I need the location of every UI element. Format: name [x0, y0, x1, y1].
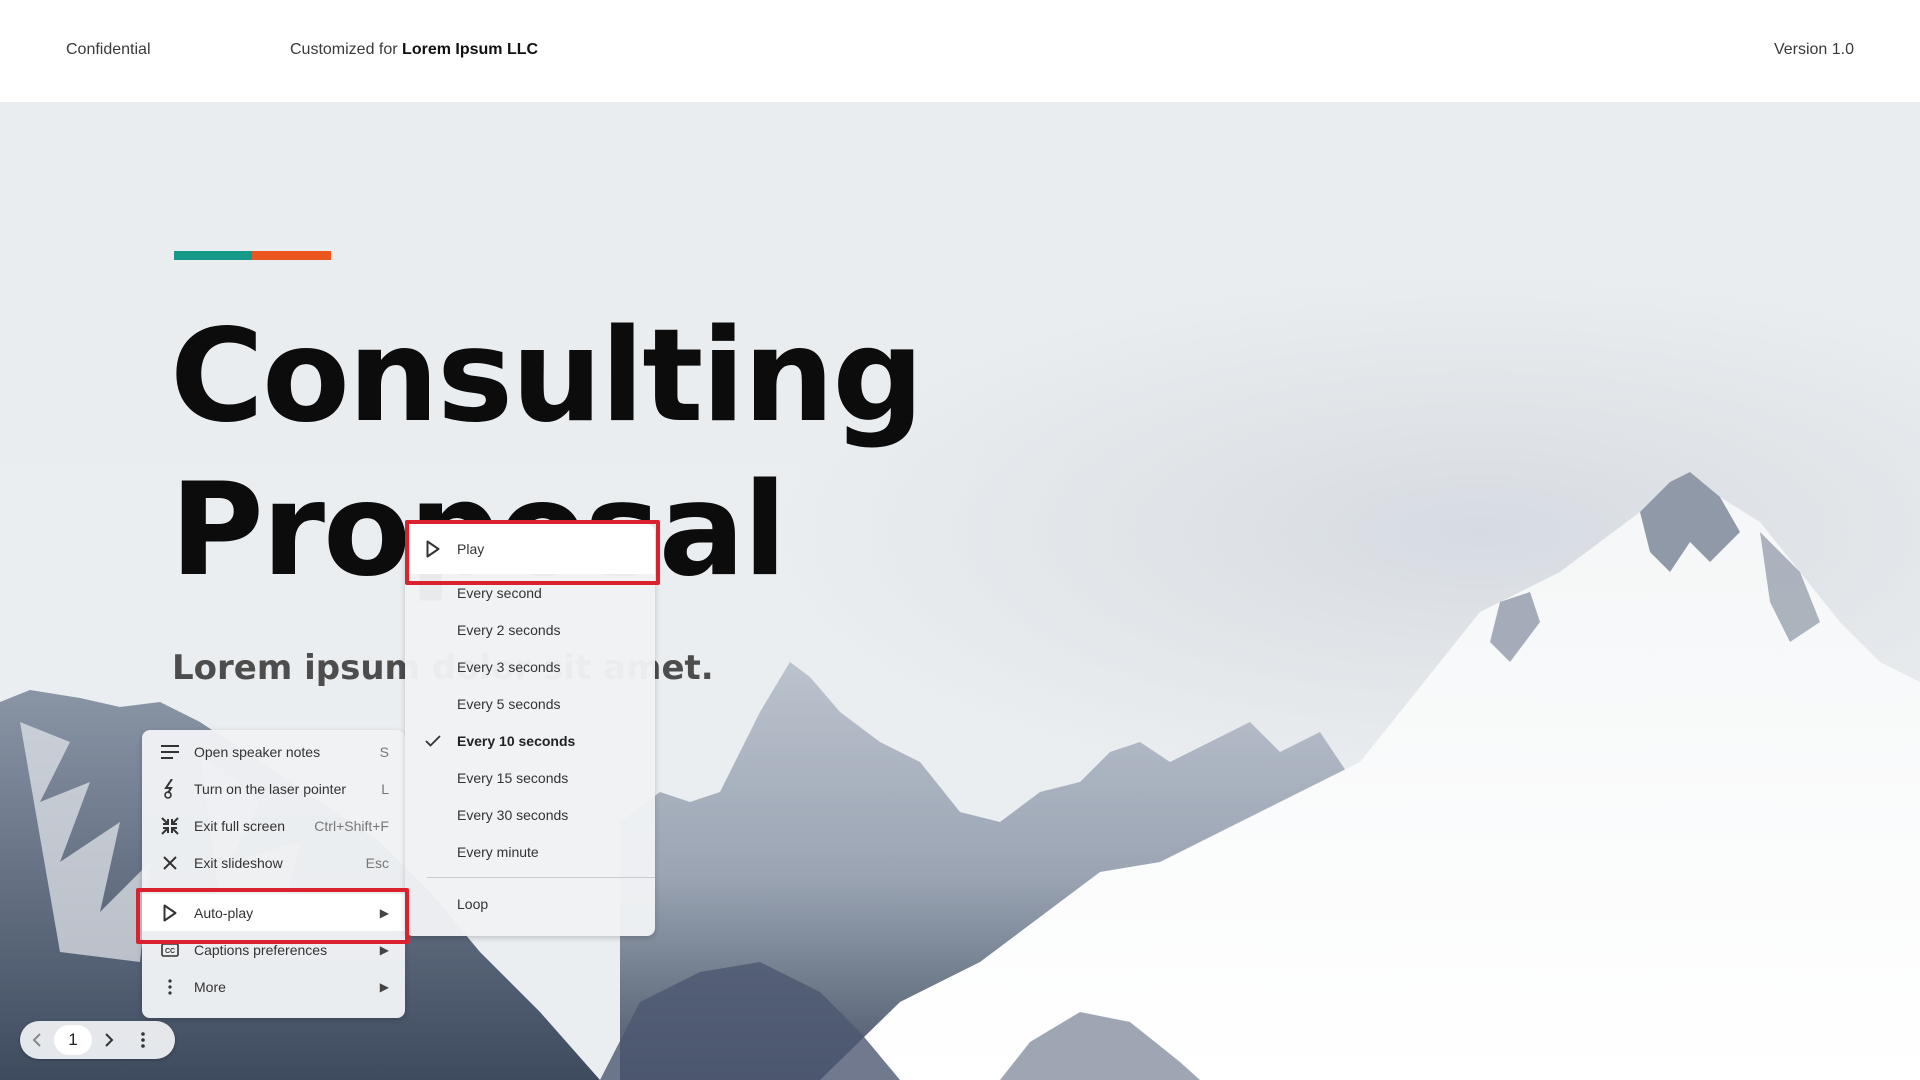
interval-label: Every 2 seconds [457, 621, 561, 638]
slideshow-toolbar: 1 [20, 1021, 175, 1059]
checkmark-icon [423, 731, 443, 751]
menu-item-label: Exit slideshow [194, 854, 283, 871]
menu-item-exit-slideshow[interactable]: Exit slideshow Esc [142, 844, 405, 881]
exit-fullscreen-icon [160, 816, 180, 836]
chevron-left-icon [32, 1033, 41, 1047]
interval-label: Every second [457, 584, 542, 601]
more-vert-icon [160, 977, 180, 997]
interval-option[interactable]: Every 15 seconds [405, 759, 655, 796]
slide-title-line-1: Consulting [170, 302, 924, 451]
close-icon [160, 853, 180, 873]
loop-option[interactable]: Loop [405, 885, 655, 922]
menu-item-label: Open speaker notes [194, 743, 321, 760]
accent-bar-orange [252, 251, 331, 260]
menu-item-shortcut: S [379, 743, 389, 760]
customized-for-label: Customized for Lorem Ipsum LLC [290, 41, 538, 59]
loop-label: Loop [457, 895, 489, 912]
page-number[interactable]: 1 [54, 1025, 92, 1055]
menu-item-label: Turn on the laser pointer [194, 780, 347, 797]
highlight-box-play [405, 520, 660, 585]
interval-label: Every minute [457, 843, 539, 860]
interval-label: Every 30 seconds [457, 806, 569, 823]
menu-item-more[interactable]: More ▶ [142, 968, 405, 1005]
interval-label: Every 3 seconds [457, 658, 561, 675]
chevron-right-icon [105, 1033, 114, 1047]
interval-label: Every 5 seconds [457, 695, 561, 712]
accent-bar [174, 251, 331, 260]
menu-item-label: More [194, 978, 226, 995]
interval-label: Every 10 seconds [457, 732, 576, 749]
submenu-arrow-icon: ▶ [379, 942, 389, 957]
next-slide-button[interactable] [92, 1021, 126, 1059]
confidential-label: Confidential [66, 41, 151, 58]
menu-item-shortcut: Esc [365, 854, 389, 871]
interval-option[interactable]: Every 30 seconds [405, 796, 655, 833]
menu-item-laser-pointer[interactable]: Turn on the laser pointer L [142, 770, 405, 807]
more-vert-icon [141, 1032, 145, 1048]
menu-item-exit-full-screen[interactable]: Exit full screen Ctrl+Shift+F [142, 807, 405, 844]
options-menu-button[interactable] [126, 1021, 160, 1059]
menu-item-label: Exit full screen [194, 817, 286, 834]
interval-option[interactable]: Every 2 seconds [405, 611, 655, 648]
auto-play-submenu: Play Every second Every 2 seconds Every … [405, 524, 655, 936]
menu-item-open-speaker-notes[interactable]: Open speaker notes S [142, 733, 405, 770]
accent-bar-teal [174, 251, 252, 260]
menu-item-shortcut: L [381, 780, 389, 797]
interval-option[interactable]: Every minute [405, 833, 655, 870]
presenter-options-menu: Open speaker notes S Turn on the laser p… [142, 730, 405, 1018]
interval-option[interactable]: Every 5 seconds [405, 685, 655, 722]
previous-slide-button[interactable] [20, 1021, 54, 1059]
svg-text:CC: CC [165, 948, 175, 955]
laser-pointer-icon [160, 778, 180, 799]
interval-option-selected[interactable]: Every 10 seconds [405, 722, 655, 759]
speaker-notes-icon [160, 742, 180, 762]
version-label: Version 1.0 [1773, 41, 1854, 58]
customized-prefix: Customized for [290, 41, 403, 58]
slide-header: Confidential Customized for Lorem Ipsum … [0, 0, 1920, 102]
highlight-box-auto-play [136, 888, 409, 944]
interval-option[interactable]: Every 3 seconds [405, 648, 655, 685]
menu-divider [427, 877, 655, 878]
client-name: Lorem Ipsum LLC [402, 41, 539, 58]
interval-label: Every 15 seconds [457, 769, 569, 786]
submenu-arrow-icon: ▶ [379, 979, 389, 994]
menu-item-shortcut: Ctrl+Shift+F [314, 817, 389, 834]
